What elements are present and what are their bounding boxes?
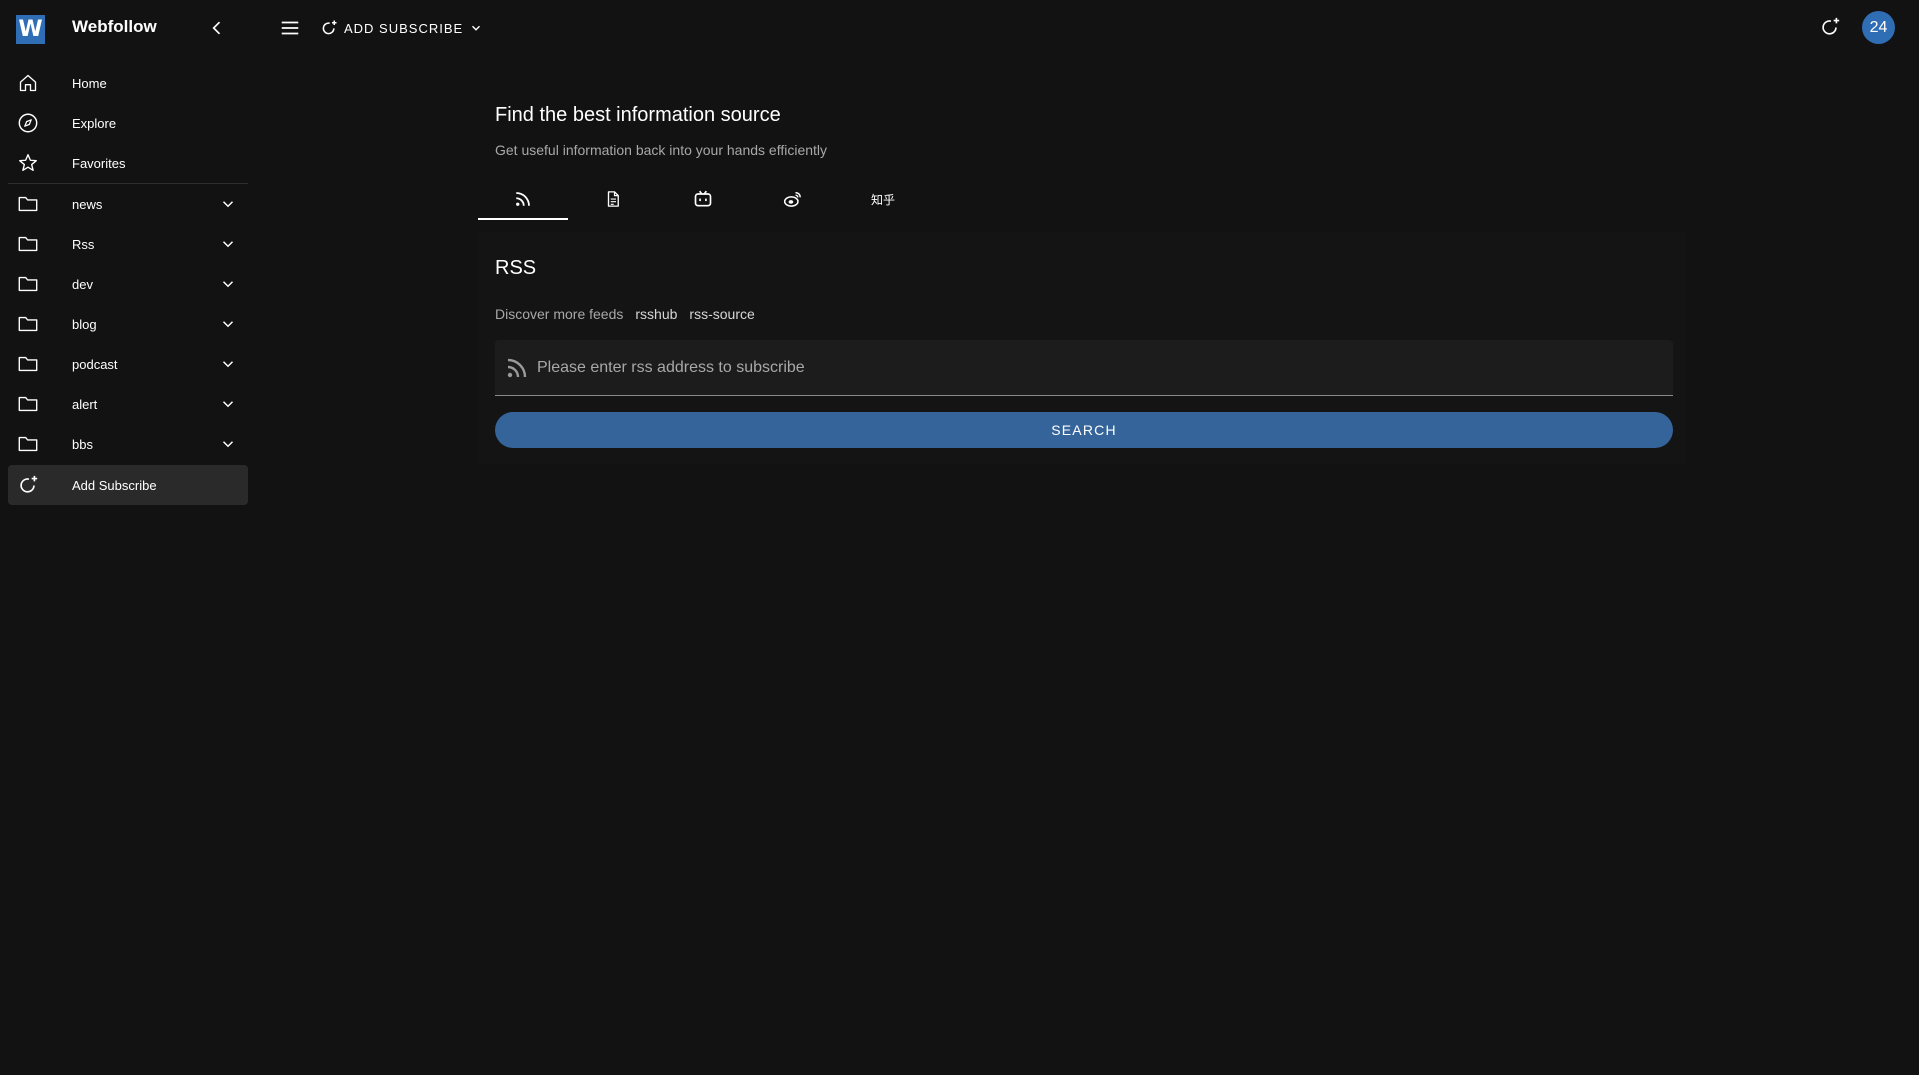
sidebar-folder-label: alert: [72, 396, 98, 412]
sidebar-item-home[interactable]: Home: [8, 63, 248, 103]
sidebar-item-label: Favorites: [72, 155, 126, 171]
sidebar-folder-bbs[interactable]: bbs: [8, 424, 248, 464]
sidebar-folder-label: dev: [72, 276, 93, 292]
avatar[interactable]: 24: [1862, 11, 1895, 44]
rss-address-input[interactable]: [537, 340, 1657, 396]
refresh-plus-icon: [16, 473, 40, 497]
refresh-button[interactable]: [1817, 14, 1843, 40]
compass-icon: [16, 111, 40, 135]
sidebar-item-favorites[interactable]: Favorites: [8, 143, 248, 183]
chevron-down-icon[interactable]: [218, 434, 238, 454]
page-subtitle: Get useful information back into your ha…: [495, 142, 828, 158]
rss-source-link[interactable]: rss-source: [689, 306, 754, 322]
sidebar: W Webfollow Home Explore Favorites news …: [0, 0, 256, 1075]
sidebar-folder-dev[interactable]: dev: [8, 264, 248, 304]
tab-weibo[interactable]: [748, 178, 838, 220]
chevron-down-icon[interactable]: [218, 194, 238, 214]
hamburger-icon: [281, 21, 299, 35]
add-subscribe-label: ADD SUBSCRIBE: [344, 20, 464, 36]
sidebar-folder-blog[interactable]: blog: [8, 304, 248, 344]
sidebar-item-label: Explore: [72, 115, 117, 131]
page-title: Find the best information source: [495, 104, 781, 126]
star-icon: [16, 151, 40, 175]
sidebar-folder-label: podcast: [72, 356, 118, 372]
brand: W Webfollow: [0, 0, 256, 55]
chevron-down-icon[interactable]: [218, 394, 238, 414]
tab-document[interactable]: [568, 178, 658, 220]
folder-icon: [16, 192, 40, 216]
chevron-down-icon: [472, 25, 481, 31]
folder-icon: [16, 312, 40, 336]
collapse-sidebar-button[interactable]: [205, 16, 229, 40]
home-icon: [16, 71, 40, 95]
discover-label: Discover more feeds: [495, 306, 624, 322]
rsshub-link[interactable]: rsshub: [635, 306, 677, 322]
tab-bilibili[interactable]: [658, 178, 748, 220]
app-title: Webfollow: [72, 17, 157, 36]
folder-icon: [16, 432, 40, 456]
chevron-down-icon[interactable]: [218, 234, 238, 254]
chevron-left-icon: [212, 21, 221, 35]
sidebar-folder-news[interactable]: news: [8, 184, 248, 224]
weibo-icon: [783, 192, 801, 207]
app-logo: W: [16, 15, 45, 44]
folder-icon: [16, 272, 40, 296]
app-root: W Webfollow Home Explore Favorites news …: [0, 0, 1919, 1075]
chevron-down-icon[interactable]: [218, 354, 238, 374]
panel-title: RSS: [495, 257, 537, 279]
sidebar-folder-label: Rss: [72, 236, 95, 252]
chevron-down-icon[interactable]: [218, 314, 238, 334]
search-button[interactable]: SEARCH: [495, 412, 1673, 448]
document-icon: [607, 191, 619, 207]
rss-icon: [505, 356, 531, 382]
rss-address-field[interactable]: [495, 340, 1673, 396]
sidebar-folder-label: news: [72, 196, 103, 212]
folder-icon: [16, 232, 40, 256]
refresh-plus-icon: [322, 20, 337, 35]
sidebar-add-subscribe-label: Add Subscribe: [72, 477, 157, 493]
chevron-down-icon[interactable]: [218, 274, 238, 294]
discover-feeds: Discover more feeds rsshub rss-source: [495, 306, 755, 322]
tab-rss[interactable]: [478, 178, 568, 220]
tab-zhihu[interactable]: 知乎: [838, 178, 928, 220]
sidebar-folder-label: bbs: [72, 436, 93, 452]
source-tabs: 知乎: [478, 178, 928, 220]
rss-icon: [516, 192, 530, 206]
sidebar-add-subscribe[interactable]: Add Subscribe: [8, 465, 248, 505]
sidebar-folder-podcast[interactable]: podcast: [8, 344, 248, 384]
sidebar-folder-alert[interactable]: alert: [8, 384, 248, 424]
menu-button[interactable]: [278, 16, 302, 40]
sidebar-folder-rss[interactable]: Rss: [8, 224, 248, 264]
sidebar-item-label: Home: [72, 75, 107, 91]
refresh-plus-icon: [1822, 17, 1840, 35]
sidebar-item-explore[interactable]: Explore: [8, 103, 248, 143]
sidebar-folder-label: blog: [72, 316, 97, 332]
bilibili-icon: [694, 190, 712, 207]
folder-icon: [16, 392, 40, 416]
add-subscribe-button[interactable]: ADD SUBSCRIBE: [320, 14, 483, 42]
folder-icon: [16, 352, 40, 376]
